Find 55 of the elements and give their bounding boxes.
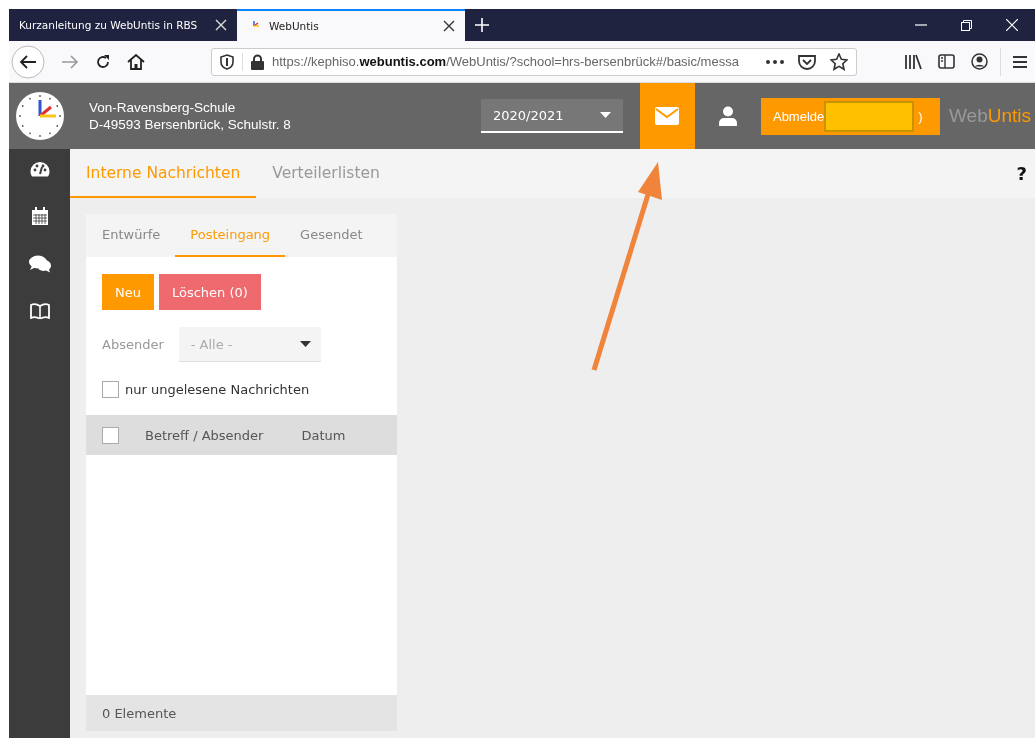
back-icon[interactable] <box>11 44 45 79</box>
tab-title: WebUntis <box>269 20 320 32</box>
checkbox-label: nur ungelesene Nachrichten <box>125 382 310 397</box>
help-button[interactable]: ? <box>1016 149 1035 198</box>
sidebar-item[interactable] <box>26 253 53 275</box>
calendar-icon <box>31 207 48 225</box>
home-icon[interactable] <box>127 53 145 70</box>
item-count: 0 Elemente <box>86 695 397 731</box>
clock-logo-icon <box>15 91 65 141</box>
more-icon[interactable] <box>766 59 784 64</box>
filter-label: Absender <box>102 337 164 352</box>
star-icon[interactable] <box>830 52 848 71</box>
dashboard-icon <box>29 161 50 177</box>
account-icon[interactable] <box>971 53 988 70</box>
tab[interactable]: Entwürfe <box>87 214 176 257</box>
school-address: D-49593 Bersenbrück, Schulstr. 8 <box>89 117 291 132</box>
envelope-icon <box>655 107 680 125</box>
library-icon[interactable] <box>904 53 922 70</box>
reload-icon[interactable] <box>95 53 111 70</box>
tab-title: Kurzanleitung zu WebUntis in RBS <box>19 19 199 31</box>
sidebar-item[interactable] <box>27 159 52 179</box>
user-icon[interactable] <box>718 106 737 126</box>
sidebar-icon[interactable] <box>938 54 955 69</box>
tab[interactable]: Interne Nachrichten <box>70 149 257 198</box>
restore-icon[interactable] <box>961 19 972 31</box>
shield-icon <box>220 53 234 70</box>
close-icon[interactable] <box>443 20 455 32</box>
pocket-icon[interactable] <box>798 53 816 70</box>
logout-button[interactable]: Abmelde ) <box>760 97 940 135</box>
checkbox[interactable] <box>102 426 119 444</box>
url-text: https://kephiso.webuntis.com/WebUntis/?school=hrs-bersenbrück#/basic/messa <box>272 54 740 69</box>
forward-icon[interactable] <box>61 54 79 69</box>
browser-tab[interactable]: Kurzanleitung zu WebUntis in RBS <box>9 9 237 41</box>
caret-icon <box>599 112 611 118</box>
tab[interactable]: Verteilerlisten <box>256 149 396 198</box>
column-header[interactable]: Betreff / Absender <box>145 427 264 443</box>
tab[interactable]: Gesendet <box>285 214 378 257</box>
plus-icon[interactable] <box>475 18 489 32</box>
delete-button[interactable]: Löschen (0) <box>158 274 261 310</box>
lock-icon <box>251 53 264 70</box>
address-bar[interactable]: https://kephiso.webuntis.com/WebUntis/?school=hrs-bersenbrück#/basic/messa <box>211 47 857 76</box>
sidebar-item[interactable] <box>27 301 52 321</box>
book-icon <box>29 303 50 319</box>
checkbox[interactable] <box>102 381 119 398</box>
new-button[interactable]: Neu <box>102 274 154 310</box>
school-year-select[interactable]: 2020/2021 <box>480 99 623 133</box>
tab[interactable]: Posteingang <box>175 214 286 257</box>
browser-tab[interactable]: WebUntis <box>237 9 465 41</box>
chat-bubbles-icon <box>28 255 51 273</box>
menu-icon[interactable] <box>1013 54 1027 69</box>
column-header[interactable]: Datum <box>301 427 346 443</box>
sidebar-item[interactable] <box>29 205 50 227</box>
sender-select[interactable]: - Alle - <box>178 327 321 362</box>
school-name: Von-Ravensberg-Schule <box>89 100 237 115</box>
caret-icon <box>299 341 311 347</box>
